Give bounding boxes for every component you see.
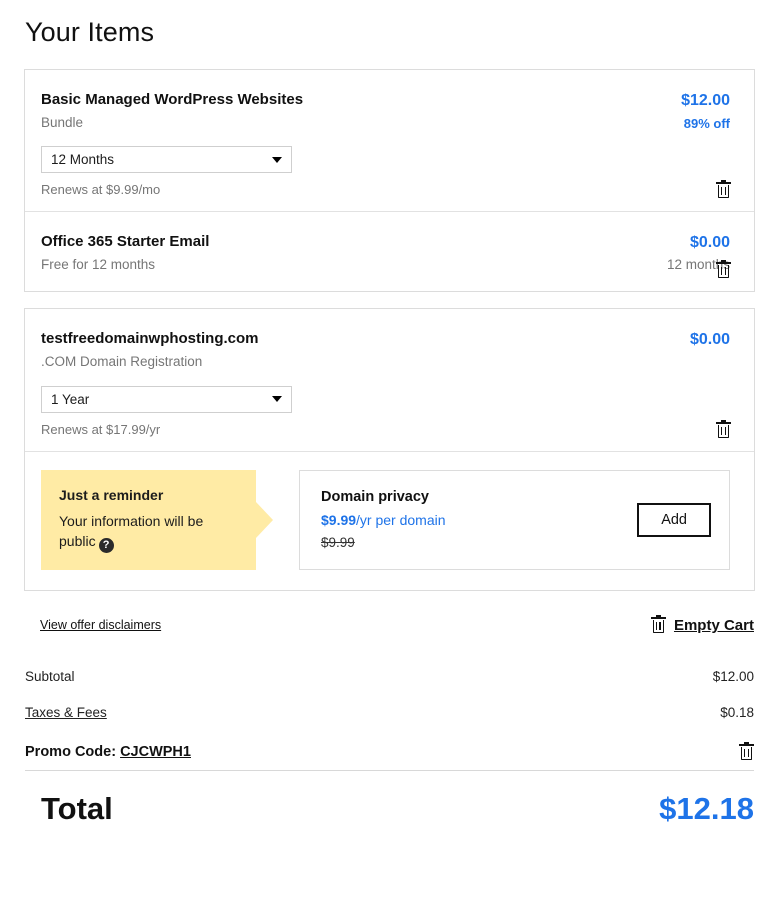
total-label: Total — [41, 790, 113, 826]
item-price: $0.00 — [689, 234, 730, 252]
privacy-offer-details: Domain privacy $9.99/yr per domain $9.99 — [321, 489, 446, 550]
cart-item-domain: testfreedomainwphosting.com .COM Domain … — [25, 309, 754, 450]
item-details: Office 365 Starter Email Free for 12 mon… — [41, 233, 651, 273]
taxes-and-fees-link[interactable]: Taxes & Fees — [25, 705, 107, 720]
reminder-text: Your information will be public? — [59, 511, 238, 553]
item-header: Basic Managed WordPress Websites Bundle … — [41, 91, 730, 131]
item-subtitle: .COM Domain Registration — [41, 354, 203, 370]
domain-privacy-offer: Domain privacy $9.99/yr per domain $9.99… — [299, 469, 730, 570]
remove-item-button[interactable] — [716, 419, 731, 439]
cart-card: Basic Managed WordPress Websites Bundle … — [24, 69, 755, 293]
cart-items-container: Basic Managed WordPress Websites Bundle … — [0, 69, 779, 591]
order-summary: Subtotal $12.00 Taxes & Fees $0.18 Promo… — [0, 665, 779, 771]
cart-links-row: View offer disclaimers Empty Cart — [0, 591, 779, 634]
privacy-offer-price: $9.99/yr per domain — [321, 512, 446, 528]
term-select-value: 1 Year — [51, 391, 90, 407]
privacy-old-price: $9.99 — [321, 535, 355, 551]
chevron-down-icon — [272, 396, 282, 403]
subtotal-value: $12.00 — [712, 668, 754, 684]
summary-row-taxes: Taxes & Fees $0.18 — [25, 701, 754, 724]
cart-page: Your Items Basic Managed WordPress Websi… — [0, 0, 779, 921]
subtotal-label: Subtotal — [25, 668, 75, 684]
trash-icon — [716, 260, 731, 279]
item-title: Office 365 Starter Email — [41, 233, 210, 251]
item-discount-badge: 89% off — [683, 116, 730, 132]
reminder-message: Your information will be public — [59, 512, 204, 549]
page-title: Your Items — [25, 17, 155, 47]
promo-code-label: Promo Code: CJCWPH1 — [25, 744, 191, 760]
summary-row-subtotal: Subtotal $12.00 — [25, 665, 754, 688]
item-pricing: $12.00 89% off — [665, 91, 730, 131]
term-select-value: 12 Months — [51, 152, 115, 168]
cart-item-wordpress: Basic Managed WordPress Websites Bundle … — [25, 70, 754, 211]
total-row: Total $12.18 — [0, 791, 779, 827]
item-details: testfreedomainwphosting.com .COM Domain … — [41, 330, 674, 370]
trash-icon — [739, 741, 754, 761]
privacy-offer-title: Domain privacy — [321, 489, 429, 506]
view-offer-disclaimers-link[interactable]: View offer disclaimers — [40, 618, 161, 632]
item-title: Basic Managed WordPress Websites — [41, 91, 304, 108]
empty-cart-label: Empty Cart — [673, 616, 754, 634]
empty-cart-button[interactable]: Empty Cart — [650, 614, 754, 634]
item-header: testfreedomainwphosting.com .COM Domain … — [41, 330, 730, 370]
cart-card-domain: testfreedomainwphosting.com .COM Domain … — [24, 308, 755, 591]
trash-icon — [716, 180, 731, 199]
help-circle-icon[interactable]: ? — [98, 537, 114, 553]
item-subtitle: Bundle — [41, 114, 84, 130]
promo-code-prefix: Promo Code: — [25, 744, 117, 761]
chevron-down-icon — [272, 156, 282, 163]
privacy-price-amount: $9.99 — [321, 512, 357, 529]
term-select-wordpress[interactable]: 12 Months — [41, 146, 292, 174]
add-domain-privacy-button[interactable]: Add — [637, 502, 711, 537]
reminder-title: Just a reminder — [59, 486, 164, 503]
item-price: $12.00 — [681, 92, 730, 109]
item-renewal-note: Renews at $17.99/yr — [41, 421, 161, 437]
total-amount: $12.18 — [659, 790, 754, 826]
remove-item-button[interactable] — [716, 180, 731, 199]
privacy-price-unit: /yr per domain — [356, 512, 446, 529]
promo-code-value[interactable]: CJCWPH1 — [120, 744, 191, 760]
trash-icon — [716, 419, 731, 439]
item-details: Basic Managed WordPress Websites Bundle — [41, 91, 665, 131]
item-subtitle: Free for 12 months — [41, 257, 156, 273]
item-pricing: $0.00 — [674, 330, 730, 349]
domain-privacy-row: Just a reminder Your information will be… — [25, 450, 754, 590]
reminder-callout: Just a reminder Your information will be… — [41, 469, 256, 570]
trash-icon — [650, 614, 666, 634]
item-title: testfreedomainwphosting.com — [41, 330, 259, 348]
item-renewal-note: Renews at $9.99/mo — [41, 182, 161, 198]
promo-code-row: Promo Code: CJCWPH1 — [25, 741, 754, 771]
taxes-and-fees-value: $0.18 — [720, 704, 754, 720]
cart-item-office365: Office 365 Starter Email Free for 12 mon… — [25, 211, 754, 291]
item-price: $0.00 — [689, 331, 730, 349]
term-select-domain[interactable]: 1 Year — [41, 385, 292, 413]
remove-promo-code-button[interactable] — [739, 741, 754, 761]
remove-item-button[interactable] — [716, 260, 731, 279]
item-header: Office 365 Starter Email Free for 12 mon… — [41, 233, 730, 273]
